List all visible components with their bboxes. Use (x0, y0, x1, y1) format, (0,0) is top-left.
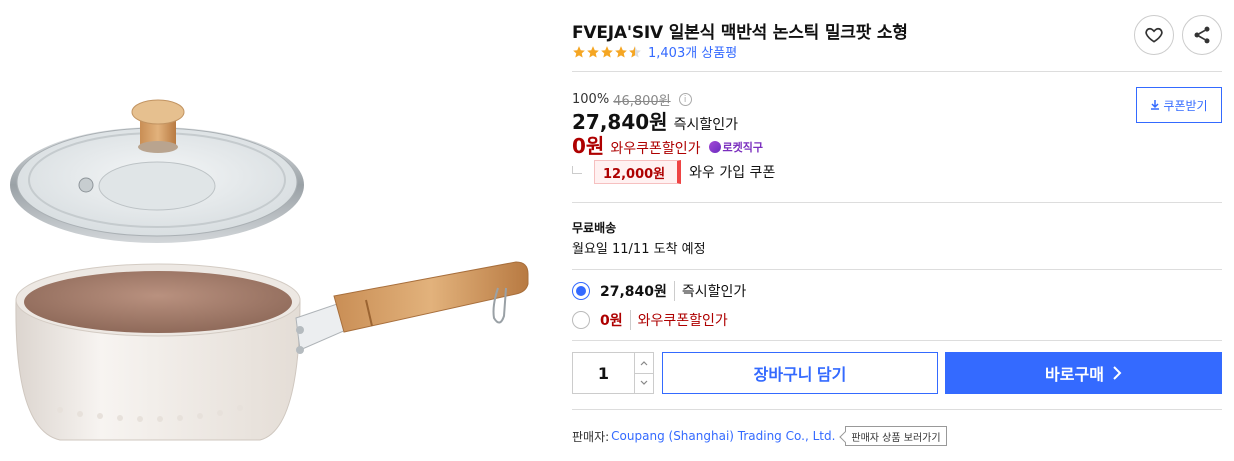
quantity-decrease-button[interactable] (635, 374, 653, 394)
wow-price: 0원 (572, 134, 605, 158)
coupon-row: 12,000원 와우 가입 쿠폰 (572, 160, 775, 184)
star-icon (601, 45, 613, 58)
star-icon (587, 45, 599, 58)
chevron-down-icon (640, 380, 648, 386)
download-coupon-button[interactable]: 쿠폰받기 (1136, 87, 1222, 123)
coupon-amount-chip: 12,000원 (594, 160, 682, 184)
product-image (0, 0, 560, 461)
wow-price-row: 0원 와우쿠폰할인가 로켓직구 (572, 130, 763, 159)
divider (572, 409, 1222, 410)
seller-row: 판매자: Coupang (Shanghai) Trading Co., Ltd… (572, 426, 947, 446)
divider (572, 202, 1222, 203)
share-button[interactable] (1182, 15, 1222, 55)
divider (572, 269, 1222, 270)
radio-unselected[interactable] (572, 311, 590, 329)
heart-icon (1145, 27, 1163, 43)
download-icon (1151, 100, 1160, 110)
price-option-instant[interactable]: 27,840원 즉시할인가 (572, 281, 746, 301)
option-price: 27,840원 (600, 281, 675, 301)
rocket-icon (708, 141, 721, 153)
wow-price-desc: 와우쿠폰할인가 (610, 141, 701, 157)
buy-now-button[interactable]: 바로구매 (945, 352, 1222, 394)
price-option-wow[interactable]: 0원 와우쿠폰할인가 (572, 310, 728, 330)
star-icon (573, 45, 585, 58)
quantity-input[interactable] (573, 353, 634, 393)
review-count-link[interactable]: 1,403개 상품평 (648, 42, 737, 61)
rating-row[interactable]: 1,403개 상품평 (572, 42, 737, 61)
half-star-icon (629, 45, 641, 58)
quantity-arrows (634, 353, 653, 393)
seller-products-tooltip[interactable]: 판매자 상품 보러가기 (845, 426, 947, 446)
wishlist-button[interactable] (1134, 15, 1174, 55)
shipping-title: 무료배송 (572, 221, 617, 235)
chevron-up-icon (640, 360, 648, 366)
milk-pan-illustration (10, 99, 529, 441)
discount-rate: 100% (572, 92, 610, 107)
divider (572, 340, 1222, 341)
quantity-increase-button[interactable] (635, 353, 653, 374)
quantity-stepper[interactable] (572, 352, 654, 394)
corner-connector (572, 166, 582, 174)
product-info: FVEJA'SIV 일본식 맥반석 논스틱 밀크팟 소형 1,403개 상품평 … (572, 0, 1222, 461)
divider (572, 71, 1222, 72)
radio-selected[interactable] (572, 282, 590, 300)
delivery-date: 월요일 11/11 도착 예정 (572, 242, 706, 257)
coupon-label: 와우 가입 쿠폰 (689, 165, 776, 181)
buy-now-label: 바로구매 (1045, 367, 1104, 384)
add-to-cart-button[interactable]: 장바구니 담기 (662, 352, 938, 394)
coupon-button-label: 쿠폰받기 (1163, 98, 1208, 113)
chevron-right-icon (1113, 366, 1122, 380)
product-title: FVEJA'SIV 일본식 맥반석 논스틱 밀크팟 소형 (572, 23, 908, 43)
seller-label: 판매자: (572, 429, 610, 444)
rocket-direct-badge: 로켓직구 (708, 139, 763, 155)
option-price: 0원 (600, 310, 631, 330)
option-label: 즉시할인가 (681, 284, 747, 300)
star-rating (572, 45, 642, 59)
info-icon[interactable]: i (678, 93, 692, 106)
seller-name-link[interactable]: Coupang (Shanghai) Trading Co., Ltd. (611, 429, 835, 443)
rocket-badge-label: 로켓직구 (722, 141, 763, 154)
share-icon (1194, 26, 1210, 44)
star-icon (615, 45, 627, 58)
option-label: 와우쿠폰할인가 (637, 313, 728, 329)
